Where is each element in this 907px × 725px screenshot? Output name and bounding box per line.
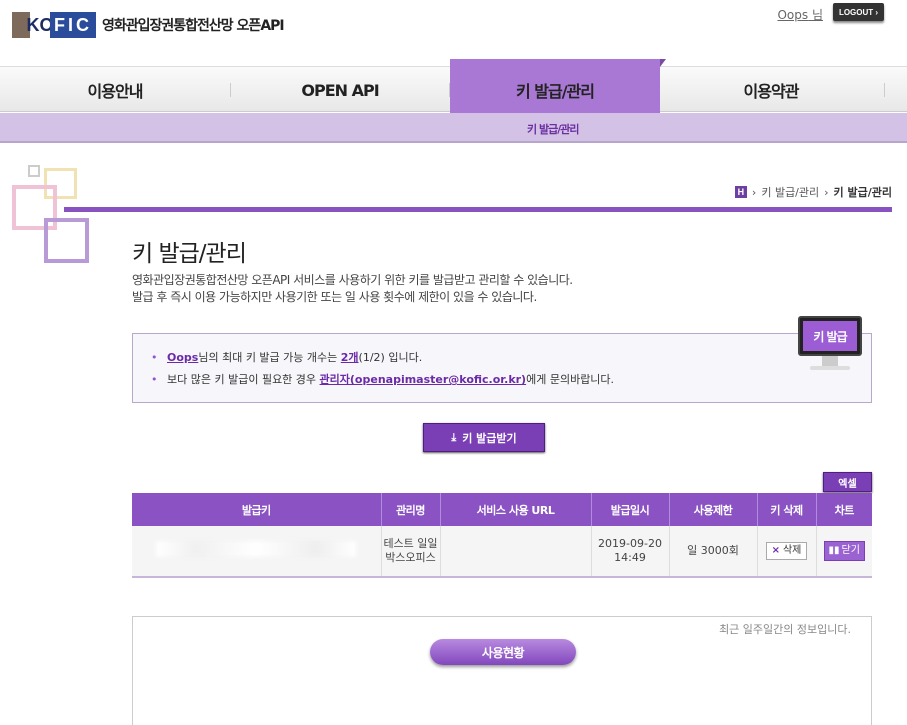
monitor-base (810, 366, 850, 370)
column-header: 관리명 (380, 493, 440, 526)
main-nav: 이용안내 OPEN API 키 발급/관리 이용약관 (0, 59, 907, 113)
info-text: (1/2) 입니다. (358, 351, 423, 364)
monitor-icon: 키 발급 (798, 316, 864, 376)
download-icon: ⤓ (451, 430, 457, 444)
breadcrumb-item[interactable]: 키 발급/관리 (761, 184, 819, 200)
tab-open-api[interactable]: OPEN API (231, 67, 449, 113)
blurred-key (156, 541, 357, 557)
issue-key-label: 키 발급받기 (462, 431, 517, 445)
monitor-label: 키 발급 (803, 321, 857, 351)
usage-panel: 최근 일주일간의 정보입니다. 사용현황 (132, 616, 872, 725)
user-name: Oops (777, 8, 809, 22)
tab-terms[interactable]: 이용약관 (661, 67, 881, 113)
subnav-key-management[interactable]: 키 발급/관리 (527, 121, 579, 137)
page-title: 키 발급/관리 (132, 241, 247, 267)
delete-label: 삭제 (782, 545, 802, 556)
column-header: 사용제한 (668, 493, 757, 526)
title-divider (64, 207, 892, 212)
info-line-contact: 보다 많은 키 발급이 필요한 경우 관리자(openapimaster@kof… (151, 371, 614, 387)
page-description: 영화관입장권통합전산망 오픈API 서비스를 사용하기 위한 키를 발급받고 관… (132, 272, 573, 306)
tab-key-management[interactable]: 키 발급/관리 (450, 59, 660, 113)
delete-key-button[interactable]: × 삭제 (765, 542, 808, 560)
info-text: 에게 문의바랍니다. (526, 373, 615, 386)
chart-label: 닫기 (841, 545, 860, 556)
chart-toggle-button[interactable]: ▮▮ 닫기 (823, 541, 865, 561)
column-header: 발급키 (132, 493, 381, 526)
table-row: 테스트 일일박스오피스 2019-09-20 14:49 일 3000회 × 삭제… (132, 526, 872, 578)
deco-square (44, 218, 89, 263)
user-suffix: 님 (808, 8, 823, 22)
excel-button[interactable]: 엑셀 (823, 472, 872, 492)
usage-status-button[interactable]: 사용현황 (430, 639, 576, 665)
table-header-row: 발급키 관리명 서비스 사용 URL 발급일시 사용제한 키 삭제 차트 (132, 493, 872, 526)
name-cell: 테스트 일일박스오피스 (380, 526, 440, 578)
url-cell (439, 526, 591, 578)
issue-key-button[interactable]: ⤓ 키 발급받기 (423, 423, 545, 452)
chart-cell: ▮▮ 닫기 (815, 526, 872, 578)
description-line: 영화관입장권통합전산망 오픈API 서비스를 사용하기 위한 키를 발급받고 관… (132, 273, 573, 287)
deco-square (28, 165, 40, 177)
kofic-logo[interactable]: KO FIC 영화관입장권통합전산망 오픈API (12, 12, 285, 38)
column-header: 발급일시 (590, 493, 669, 526)
info-line-quota: Oops님의 최대 키 발급 가능 개수는 2개(1/2) 입니다. (151, 349, 422, 365)
admin-email-link[interactable]: 관리자(openapimaster@kofic.or.kr) (320, 373, 527, 386)
info-text: 보다 많은 키 발급이 필요한 경우 (167, 373, 320, 386)
monitor-screen: 키 발급 (798, 316, 862, 356)
column-header: 차트 (815, 493, 872, 526)
home-icon[interactable]: H (734, 186, 747, 198)
user-name-link[interactable]: Oops (167, 351, 198, 364)
nav-divider (884, 83, 885, 97)
sub-nav: 키 발급/관리 (0, 113, 907, 143)
logo-text-right: FIC (50, 12, 96, 38)
breadcrumb: H › 키 발급/관리 › 키 발급/관리 (734, 184, 892, 200)
logo-text-left: KO (27, 12, 54, 38)
delete-cell: × 삭제 (756, 526, 816, 578)
key-cell[interactable] (132, 526, 381, 578)
date-cell: 2019-09-20 14:49 (590, 526, 669, 578)
key-count-link[interactable]: 2개 (341, 351, 359, 364)
active-tab-corner (660, 59, 666, 67)
monitor-stand (822, 356, 838, 366)
breadcrumb-current: 키 발급/관리 (833, 186, 892, 199)
tab-usage-guide[interactable]: 이용안내 (0, 67, 230, 113)
bar-chart-icon: ▮▮ (828, 545, 840, 556)
site-title: 영화관입장권통합전산망 오픈API (102, 18, 285, 34)
user-name-link[interactable]: Oops 님 (777, 6, 823, 23)
usage-note: 최근 일주일간의 정보입니다. (719, 623, 851, 636)
limit-cell: 일 3000회 (668, 526, 757, 578)
info-text: 님의 최대 키 발급 가능 개수는 (198, 351, 341, 364)
key-info-box: Oops님의 최대 키 발급 가능 개수는 2개(1/2) 입니다. 보다 많은… (132, 316, 872, 403)
breadcrumb-separator-icon: › (824, 185, 829, 199)
column-header: 키 삭제 (756, 493, 816, 526)
logout-button[interactable]: LOGOUT › (833, 3, 884, 21)
key-table: 발급키 관리명 서비스 사용 URL 발급일시 사용제한 키 삭제 차트 테스트… (132, 493, 872, 578)
close-icon: × (771, 545, 780, 556)
column-header: 서비스 사용 URL (439, 493, 591, 526)
description-line: 발급 후 즉시 이용 가능하지만 사용기한 또는 일 사용 횟수에 제한이 있을… (132, 290, 537, 304)
breadcrumb-separator-icon: › (751, 185, 757, 199)
